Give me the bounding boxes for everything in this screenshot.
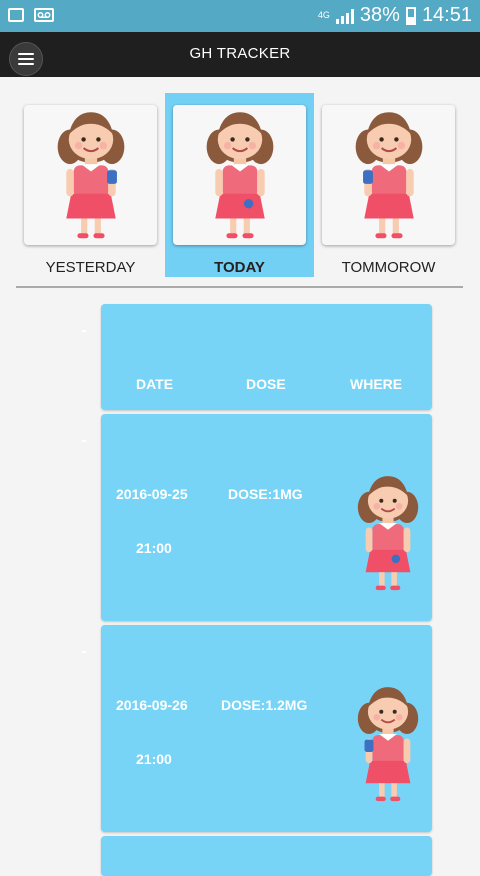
status-bar: 4G 38% 14:51 bbox=[0, 0, 480, 32]
row-time: 21:00 bbox=[136, 751, 172, 767]
header-where: WHERE bbox=[350, 376, 403, 392]
table-row[interactable]: 2016-09-26 21:00 DOSE:1.2MG bbox=[101, 625, 432, 832]
girl-arm-patch-icon bbox=[56, 111, 126, 240]
bullet-marker bbox=[82, 440, 86, 442]
row-date: 2016-09-26 bbox=[116, 697, 188, 713]
network-type: 4G bbox=[317, 10, 330, 20]
header-dose: DOSE bbox=[246, 376, 286, 392]
row-date: 2016-09-25 bbox=[116, 486, 188, 502]
signal-icon bbox=[335, 8, 354, 24]
table-row[interactable] bbox=[101, 836, 432, 876]
app-bar: GH TRACKER bbox=[0, 32, 480, 77]
day-card bbox=[322, 105, 455, 245]
battery-percent: 38% bbox=[359, 4, 400, 26]
row-time: 21:00 bbox=[136, 540, 172, 556]
row-dose: DOSE:1MG bbox=[228, 486, 303, 502]
girl-belly-patch-icon bbox=[205, 111, 275, 240]
table-row[interactable]: 2016-09-25 21:00 DOSE:1MG bbox=[101, 414, 432, 621]
divider bbox=[16, 286, 463, 288]
day-label: TOMMOROW bbox=[341, 259, 436, 276]
day-label: YESTERDAY bbox=[45, 259, 136, 276]
header-date: DATE bbox=[136, 376, 174, 392]
app-title: GH TRACKER bbox=[189, 45, 291, 62]
girl-belly-patch-icon bbox=[356, 475, 420, 592]
day-tab-tomorrow[interactable]: TOMMOROW bbox=[314, 93, 463, 277]
bullet-marker bbox=[82, 651, 86, 653]
day-label: TODAY bbox=[214, 259, 265, 276]
clock: 14:51 bbox=[421, 4, 472, 26]
day-card bbox=[173, 105, 306, 245]
table-header: DATE DOSE WHERE bbox=[101, 304, 432, 410]
day-card bbox=[24, 105, 157, 245]
gallery-notification-icon bbox=[8, 8, 24, 22]
voicemail-icon bbox=[34, 8, 54, 22]
girl-arm-patch-icon bbox=[356, 686, 420, 803]
row-dose: DOSE:1.2MG bbox=[221, 697, 308, 713]
bullet-marker bbox=[82, 330, 86, 332]
girl-arm-patch-icon bbox=[354, 111, 424, 240]
day-tab-yesterday[interactable]: YESTERDAY bbox=[16, 93, 165, 277]
battery-icon bbox=[405, 6, 416, 25]
day-tab-today[interactable]: TODAY bbox=[165, 93, 314, 277]
